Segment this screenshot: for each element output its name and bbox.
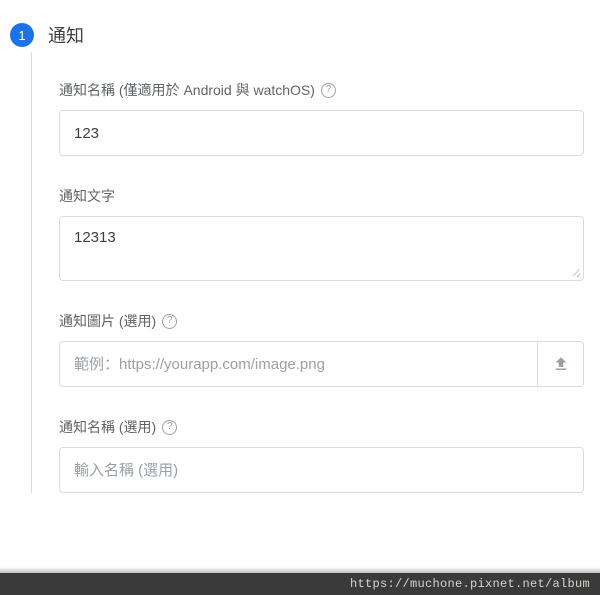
step-header: 1 通知 xyxy=(10,22,590,48)
step-title: 通知 xyxy=(48,22,84,48)
notification-name-optional-label: 通知名稱 (選用) xyxy=(59,417,156,437)
upload-icon xyxy=(552,355,570,373)
help-icon[interactable]: ? xyxy=(162,314,177,329)
label-row: 通知名稱 (僅適用於 Android 與 watchOS) ? xyxy=(59,80,590,100)
image-input-row xyxy=(59,341,584,387)
field-notification-image: 通知圖片 (選用) ? xyxy=(59,311,590,387)
help-icon[interactable]: ? xyxy=(321,83,336,98)
notification-text-label: 通知文字 xyxy=(59,186,115,206)
notification-name-label: 通知名稱 (僅適用於 Android 與 watchOS) xyxy=(59,80,315,100)
label-row: 通知名稱 (選用) ? xyxy=(59,417,590,437)
notification-name-optional-input[interactable] xyxy=(59,447,584,493)
textarea-wrapper xyxy=(59,216,584,281)
help-icon[interactable]: ? xyxy=(162,420,177,435)
label-row: 通知圖片 (選用) ? xyxy=(59,311,590,331)
notification-image-input[interactable] xyxy=(59,341,538,387)
label-row: 通知文字 xyxy=(59,186,590,206)
step-content: 通知名稱 (僅適用於 Android 與 watchOS) ? 通知文字 通知圖… xyxy=(31,52,590,493)
field-notification-name: 通知名稱 (僅適用於 Android 與 watchOS) ? xyxy=(59,80,590,156)
notification-text-input[interactable] xyxy=(74,229,569,253)
footer-bar: https://muchone.pixnet.net/album xyxy=(0,573,600,595)
notification-name-input[interactable] xyxy=(59,110,584,156)
upload-button[interactable] xyxy=(538,341,584,387)
footer-text: https://muchone.pixnet.net/album xyxy=(350,577,590,591)
step-badge: 1 xyxy=(10,23,34,47)
step-number: 1 xyxy=(18,28,25,43)
notification-image-label: 通知圖片 (選用) xyxy=(59,311,156,331)
field-notification-name-optional: 通知名稱 (選用) ? xyxy=(59,417,590,493)
field-notification-text: 通知文字 xyxy=(59,186,590,281)
form-container: 1 通知 通知名稱 (僅適用於 Android 與 watchOS) ? 通知文… xyxy=(0,0,600,523)
